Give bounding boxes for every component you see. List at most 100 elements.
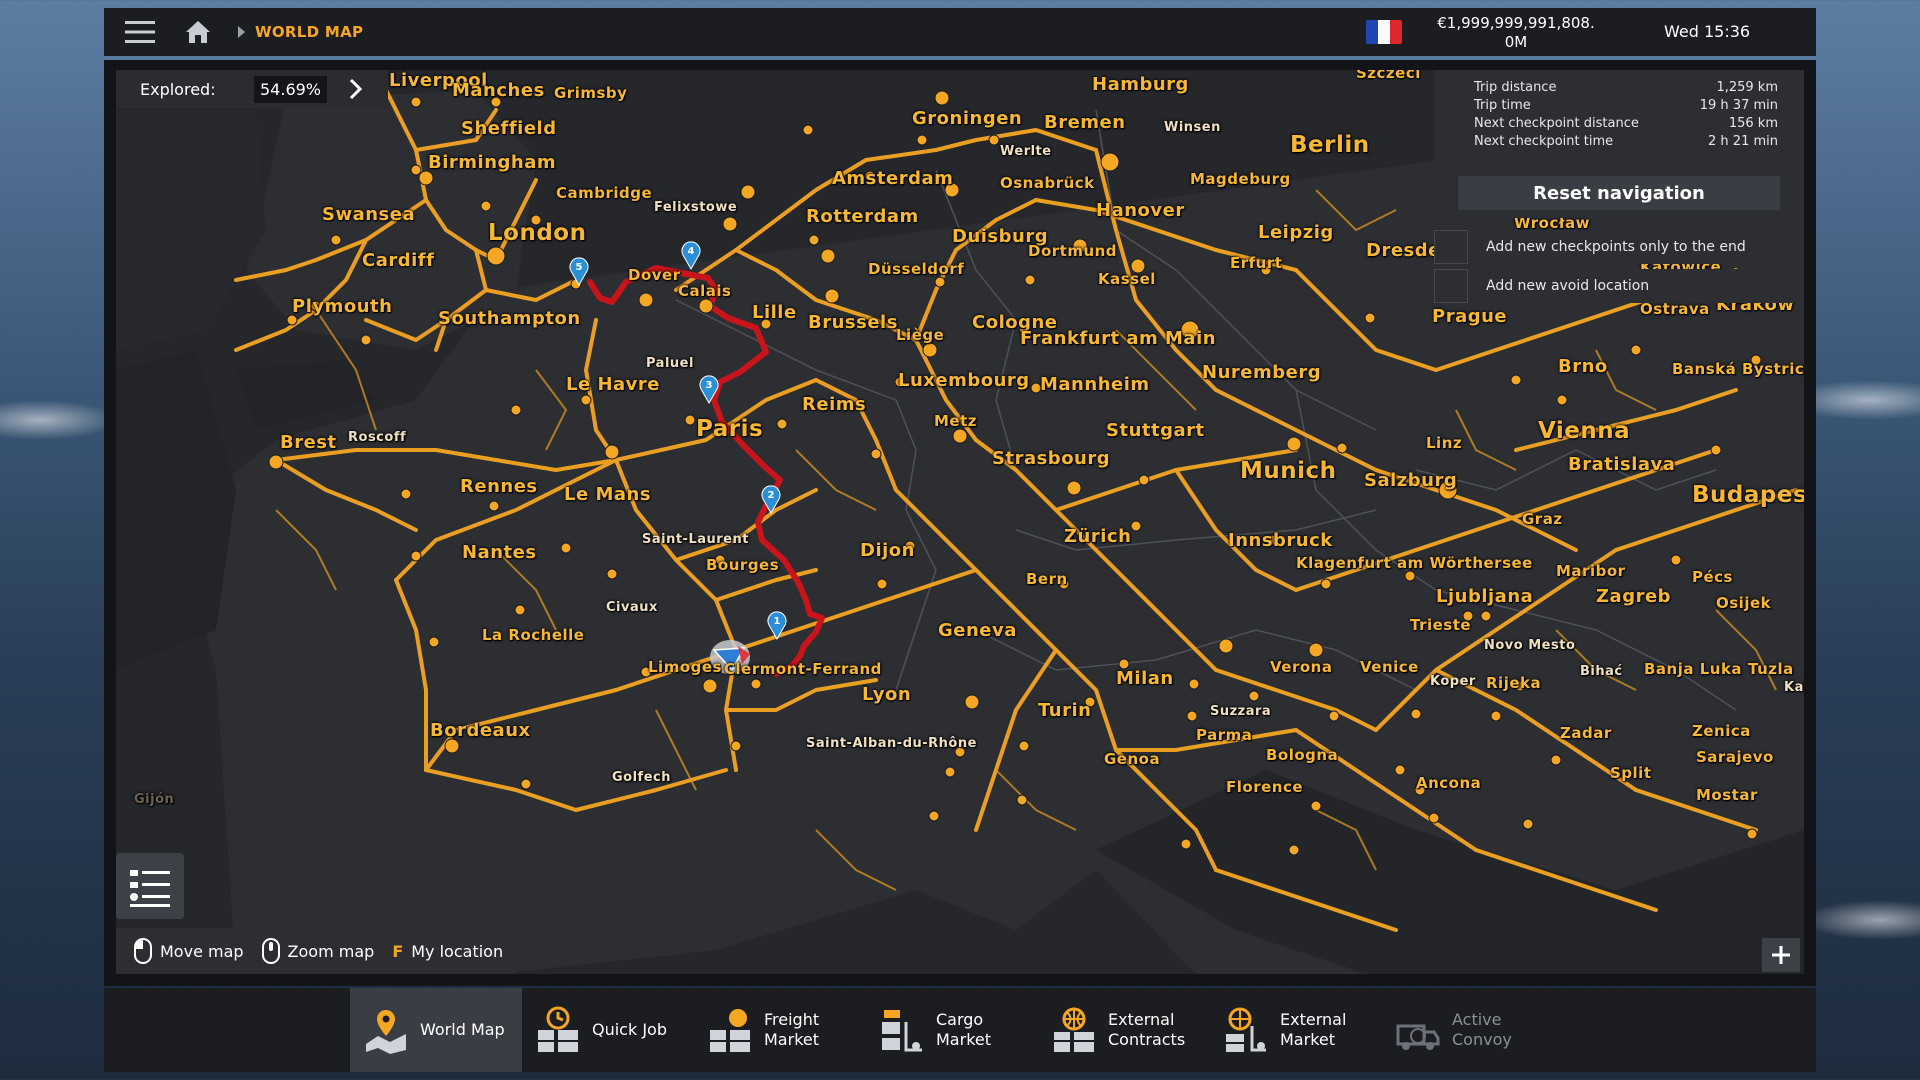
- plus-icon: [1772, 946, 1790, 964]
- chevron-right-icon[interactable]: [349, 78, 363, 100]
- city-label: Geneva: [938, 620, 1017, 641]
- explored-label: Explored:: [140, 79, 216, 99]
- city-label: Reims: [802, 394, 867, 415]
- city-label: Civaux: [606, 600, 658, 615]
- city-label: Novo Mesto: [1484, 638, 1576, 653]
- background-streak: [0, 400, 120, 440]
- zoom-in-button[interactable]: [1762, 938, 1800, 972]
- my-location-label: My location: [411, 941, 504, 961]
- city-label: Nantes: [462, 542, 537, 563]
- tab-quick-job[interactable]: Quick Job: [522, 988, 694, 1072]
- city-label: Liège: [896, 326, 945, 344]
- legend-list-icon: [130, 870, 170, 907]
- external-market-icon: [1226, 1007, 1266, 1052]
- city-label: Koper: [1430, 674, 1476, 689]
- city-label: Bihać: [1580, 664, 1623, 679]
- city-label: Rijeka: [1486, 674, 1542, 692]
- checkpoint-pin-1[interactable]: 1: [766, 610, 788, 640]
- key-f: F: [392, 941, 404, 961]
- tab-cargo-line1: Cargo: [936, 1010, 984, 1029]
- checkpoint-pin-5[interactable]: 5: [568, 256, 590, 286]
- city-label: Lyon: [862, 684, 912, 705]
- city-label: Venice: [1360, 658, 1419, 676]
- city-label: Munich: [1240, 458, 1337, 484]
- checkpoint-distance-value: 156 km: [1728, 116, 1778, 131]
- move-map-hint: Move map: [134, 938, 244, 964]
- checkpoint-pin-2[interactable]: 2: [760, 484, 782, 514]
- tab-freight-market[interactable]: Freight Market: [694, 988, 866, 1072]
- tab-ext-contracts-line2: Contracts: [1108, 1030, 1186, 1049]
- city-label: Turin: [1038, 700, 1092, 721]
- city-label: Bremen: [1044, 112, 1126, 133]
- city-label: Milan: [1116, 668, 1174, 689]
- tab-world-map[interactable]: World Map: [350, 988, 522, 1072]
- background-streak: [1800, 900, 1920, 940]
- tab-external-market[interactable]: External Market: [1210, 988, 1382, 1072]
- city-label: Werlte: [1000, 144, 1052, 159]
- option-checkpoints-end: Add new checkpoints only to the end: [1434, 230, 1804, 264]
- city-label: Dortmund: [1028, 242, 1118, 260]
- world-map[interactable]: 1 2 3 4 5 Liverpool Manches Grimsby Shef…: [116, 70, 1804, 974]
- tab-ext-contracts-line1: External: [1108, 1010, 1175, 1029]
- checkpoint-number: 1: [774, 616, 781, 627]
- city-label: Strasbourg: [992, 448, 1111, 469]
- tab-freight-line2: Market: [764, 1030, 819, 1049]
- city-label: Le Havre: [566, 374, 660, 395]
- move-map-label: Move map: [160, 941, 244, 961]
- city-label: Trieste: [1410, 616, 1472, 634]
- city-label: Limoges: [648, 658, 722, 676]
- city-label: Saint-Laurent: [642, 532, 749, 547]
- trip-distance-row: Trip distance 1,259 km: [1474, 80, 1778, 95]
- city-label: Le Mans: [564, 484, 652, 505]
- tab-active-convoy-label: Active Convoy: [1452, 1010, 1512, 1050]
- city-label: Zenica: [1692, 722, 1751, 740]
- trip-time-row: Trip time 19 h 37 min: [1474, 98, 1778, 113]
- city-label: Zadar: [1560, 724, 1612, 742]
- checkpoint-time-row: Next checkpoint time 2 h 21 min: [1474, 134, 1778, 149]
- checkpoint-pin-4[interactable]: 4: [680, 240, 702, 270]
- city-label: Vienna: [1538, 418, 1631, 444]
- city-label: Dover: [628, 266, 681, 284]
- home-button[interactable]: [176, 8, 220, 56]
- city-label: Genoa: [1104, 750, 1161, 768]
- trip-distance-value: 1,259 km: [1716, 80, 1778, 95]
- checkpoint-pin-3[interactable]: 3: [698, 374, 720, 404]
- reset-navigation-button[interactable]: Reset navigation: [1458, 176, 1780, 210]
- checkpoint-distance-row: Next checkpoint distance 156 km: [1474, 116, 1778, 131]
- city-label: Groningen: [912, 108, 1023, 129]
- checkpoints-end-checkbox[interactable]: [1434, 230, 1468, 264]
- tab-convoy-line2: Convoy: [1452, 1030, 1512, 1049]
- city-label: Maribor: [1556, 562, 1626, 580]
- city-label: Split: [1610, 764, 1652, 782]
- city-label: Leipzig: [1258, 222, 1334, 243]
- city-label: Sarajevo: [1696, 748, 1774, 766]
- map-legend-button[interactable]: [116, 853, 184, 919]
- city-label: Lille: [752, 302, 797, 323]
- city-label: Zürich: [1064, 526, 1132, 547]
- country-flag: [1366, 20, 1402, 44]
- city-label: Mostar: [1696, 786, 1758, 804]
- city-label: Metz: [934, 412, 978, 430]
- city-label: Bologna: [1266, 746, 1339, 764]
- city-label: Parma: [1196, 726, 1253, 744]
- city-label: La Rochelle: [482, 626, 585, 644]
- city-label: Magdeburg: [1190, 170, 1291, 188]
- city-label: Southampton: [438, 308, 581, 329]
- city-label: Erfurt: [1230, 254, 1283, 272]
- tab-ext-market-line2: Market: [1280, 1030, 1335, 1049]
- city-label: Saint-Alban-du-Rhône: [806, 736, 977, 751]
- menu-button[interactable]: [104, 8, 176, 56]
- avoid-location-checkbox[interactable]: [1434, 269, 1468, 303]
- hamburger-icon: [125, 21, 155, 43]
- city-label: Osnabrück: [1000, 174, 1095, 192]
- city-label: Grimsby: [554, 84, 628, 102]
- city-label: Paluel: [646, 356, 694, 371]
- tab-cargo-market[interactable]: Cargo Market: [866, 988, 1038, 1072]
- navigation-panel: Trip distance 1,259 km Trip time 19 h 37…: [1434, 70, 1804, 218]
- tab-active-convoy[interactable]: Active Convoy: [1382, 988, 1554, 1072]
- breadcrumb-arrow-icon: [238, 26, 245, 38]
- breadcrumb-current: WORLD MAP: [255, 23, 364, 41]
- city-label: Szczeci: [1356, 70, 1421, 82]
- tab-external-contracts[interactable]: External Contracts: [1038, 988, 1210, 1072]
- tab-external-contracts-label: External Contracts: [1108, 1010, 1185, 1050]
